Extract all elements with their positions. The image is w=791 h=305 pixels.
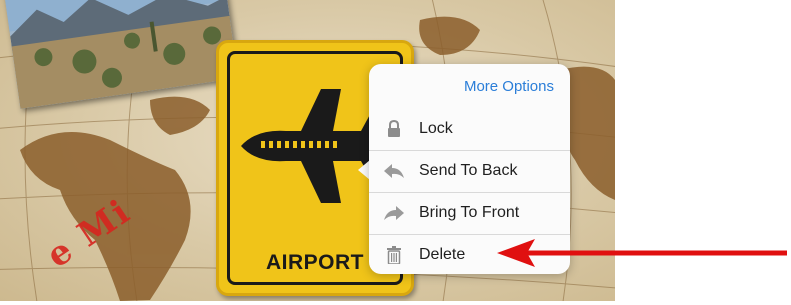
bring-front-arrow-icon [383, 202, 405, 224]
bring-to-front-label: Bring To Front [419, 204, 520, 221]
lock-icon [383, 118, 405, 140]
send-to-back-menu-item[interactable]: Send To Back [369, 150, 570, 192]
delete-label: Delete [419, 246, 466, 263]
lock-menu-item[interactable]: Lock [369, 108, 570, 150]
send-to-back-label: Send To Back [419, 162, 518, 179]
send-back-arrow-icon [383, 160, 405, 182]
annotation-arrow [497, 239, 787, 267]
bring-to-front-menu-item[interactable]: Bring To Front [369, 192, 570, 234]
more-options-button[interactable]: More Options [464, 78, 554, 95]
trash-icon [383, 244, 405, 266]
lock-label: Lock [419, 120, 453, 137]
